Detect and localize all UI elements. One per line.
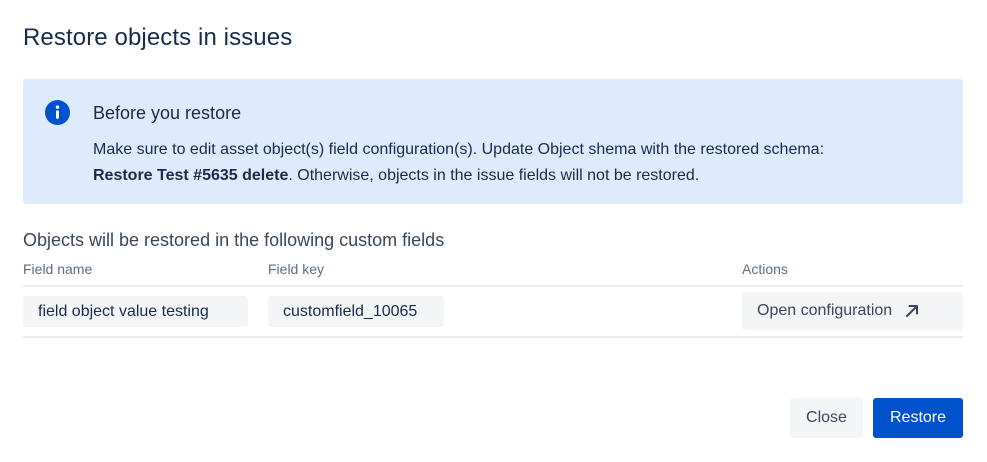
header-divider bbox=[23, 285, 963, 287]
field-name-chip: field object value testing bbox=[23, 296, 248, 327]
external-arrow-icon bbox=[906, 305, 919, 317]
dialog-title: Restore objects in issues bbox=[23, 24, 293, 51]
section-title: Objects will be restored in the followin… bbox=[23, 230, 445, 250]
row-divider bbox=[23, 336, 963, 338]
restore-button[interactable]: Restore bbox=[873, 398, 963, 438]
field-key-chip: customfield_10065 bbox=[268, 296, 444, 327]
info-body-text: Make sure to edit asset object(s) field … bbox=[93, 141, 825, 158]
open-configuration-label: Open configuration bbox=[757, 302, 893, 319]
column-header-field-name: Field name bbox=[23, 261, 93, 277]
schema-name: Restore Test #5635 delete bbox=[93, 167, 289, 184]
info-title: Before you restore bbox=[93, 103, 242, 123]
column-header-field-key: Field key bbox=[268, 261, 325, 277]
info-body: Make sure to edit asset object(s) field … bbox=[93, 137, 913, 189]
info-icon bbox=[45, 100, 70, 125]
open-configuration-button[interactable]: Open configuration bbox=[742, 292, 963, 330]
info-panel: Before you restore Make sure to edit ass… bbox=[23, 79, 963, 204]
info-body-rest: . Otherwise, objects in the issue fields… bbox=[288, 167, 700, 184]
column-header-actions: Actions bbox=[742, 261, 788, 277]
close-button[interactable]: Close bbox=[790, 398, 863, 438]
